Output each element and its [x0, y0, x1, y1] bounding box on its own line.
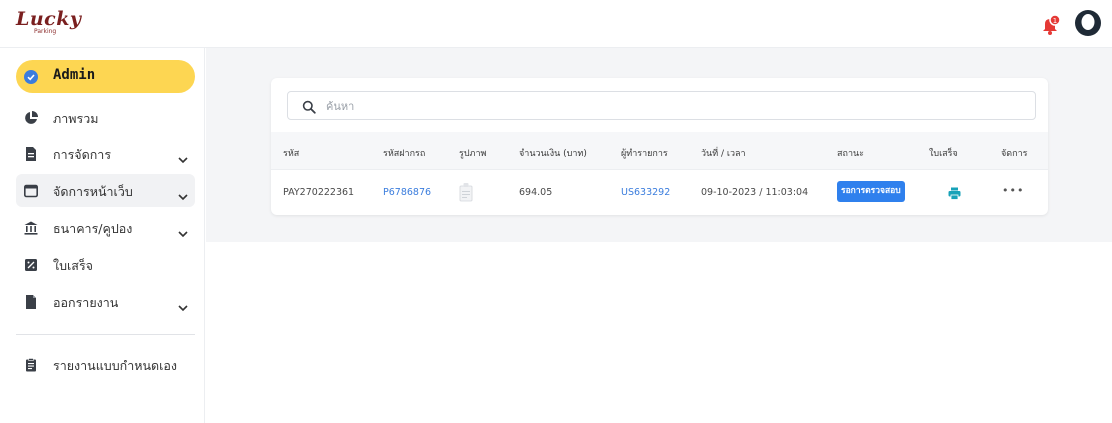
column-header-parking-code: รหัสฝากรถ — [383, 149, 426, 159]
table-row: PAY270222361 P6786876 694.05 US633292 09… — [271, 170, 1048, 214]
payment-id: PAY270222361 — [283, 187, 355, 198]
column-header-id: รหัส — [283, 149, 300, 159]
sidebar-item-label: ออกรายงาน — [53, 295, 119, 310]
document-icon — [24, 146, 38, 161]
sidebar-item-label: ธนาคาร/คูปอง — [53, 221, 133, 236]
column-header-datetime: วันที่ / เวลา — [701, 149, 746, 159]
sidebar-item-overview[interactable]: ภาพรวม — [16, 101, 195, 134]
sidebar-item-web-pages[interactable]: จัดการหน้าเว็บ — [16, 174, 195, 207]
clipboard-list-icon — [24, 357, 38, 372]
verified-badge-icon — [24, 69, 38, 84]
sidebar: Admin ภาพรวม การจัดการ จัดการหน้าเว็บ ธน… — [0, 48, 205, 423]
receipt-icon — [24, 257, 38, 271]
slip-image-thumbnail[interactable] — [459, 182, 473, 202]
search-icon — [302, 99, 316, 114]
sidebar-item-label: Admin — [53, 67, 96, 83]
print-icon[interactable] — [948, 185, 961, 200]
notification-count: 1 — [1053, 17, 1057, 25]
sidebar-item-reports[interactable]: ออกรายงาน — [16, 285, 195, 318]
sidebar-item-custom-report[interactable]: รายงานแบบกำหนดเอง — [16, 348, 195, 381]
table-header: รหัส รหัสฝากรถ รูปภาพ จำนวนเงิน (บาท) ผู… — [271, 132, 1048, 170]
datetime-value: 09-10-2023 / 11:03:04 — [701, 187, 809, 198]
logo-text: Lucky — [16, 8, 82, 30]
user-link[interactable]: US633292 — [621, 187, 670, 198]
chevron-down-icon — [178, 297, 188, 312]
sidebar-item-label: ใบเสร็จ — [53, 258, 93, 273]
browser-window-icon — [24, 183, 38, 198]
top-bar: Lucky Parking 1 — [0, 0, 1112, 48]
payments-card: รหัส รหัสฝากรถ รูปภาพ จำนวนเงิน (บาท) ผู… — [271, 78, 1048, 215]
sidebar-item-label: จัดการหน้าเว็บ — [53, 184, 133, 199]
brand-logo[interactable]: Lucky Parking — [16, 6, 82, 38]
sidebar-item-bank-coupon[interactable]: ธนาคาร/คูปอง — [16, 211, 195, 244]
sidebar-item-label: ภาพรวม — [53, 111, 99, 126]
search-box[interactable] — [287, 91, 1036, 120]
column-header-status: สถานะ — [837, 149, 864, 159]
status-badge[interactable]: รอการตรวจสอบ — [837, 181, 905, 202]
column-header-amount: จำนวนเงิน (บาท) — [519, 149, 587, 159]
search-input[interactable] — [326, 96, 1006, 116]
chevron-down-icon — [178, 223, 188, 238]
sidebar-item-label: การจัดการ — [53, 147, 112, 162]
sidebar-item-admin[interactable]: Admin — [16, 60, 195, 93]
user-avatar[interactable] — [1074, 9, 1102, 37]
parking-code-link[interactable]: P6786876 — [383, 187, 431, 198]
more-options-icon[interactable]: ••• — [1002, 184, 1024, 197]
column-header-actions: จัดการ — [1001, 149, 1028, 159]
bank-icon — [24, 220, 38, 235]
sidebar-item-receipts[interactable]: ใบเสร็จ — [16, 248, 195, 281]
column-header-image: รูปภาพ — [459, 149, 487, 159]
report-file-icon — [24, 294, 38, 309]
pie-chart-icon — [24, 110, 38, 124]
amount-value: 694.05 — [519, 187, 553, 198]
chevron-down-icon — [178, 186, 188, 201]
column-header-receipt: ใบเสร็จ — [929, 149, 958, 159]
sidebar-item-label: รายงานแบบกำหนดเอง — [53, 358, 178, 373]
chevron-down-icon — [178, 149, 188, 164]
column-header-user: ผู้ทำรายการ — [621, 149, 668, 159]
notification-bell-icon[interactable]: 1 — [1040, 14, 1062, 36]
logo-subtext: Parking — [34, 28, 57, 35]
sidebar-divider — [16, 334, 195, 335]
sidebar-item-management[interactable]: การจัดการ — [16, 137, 195, 170]
